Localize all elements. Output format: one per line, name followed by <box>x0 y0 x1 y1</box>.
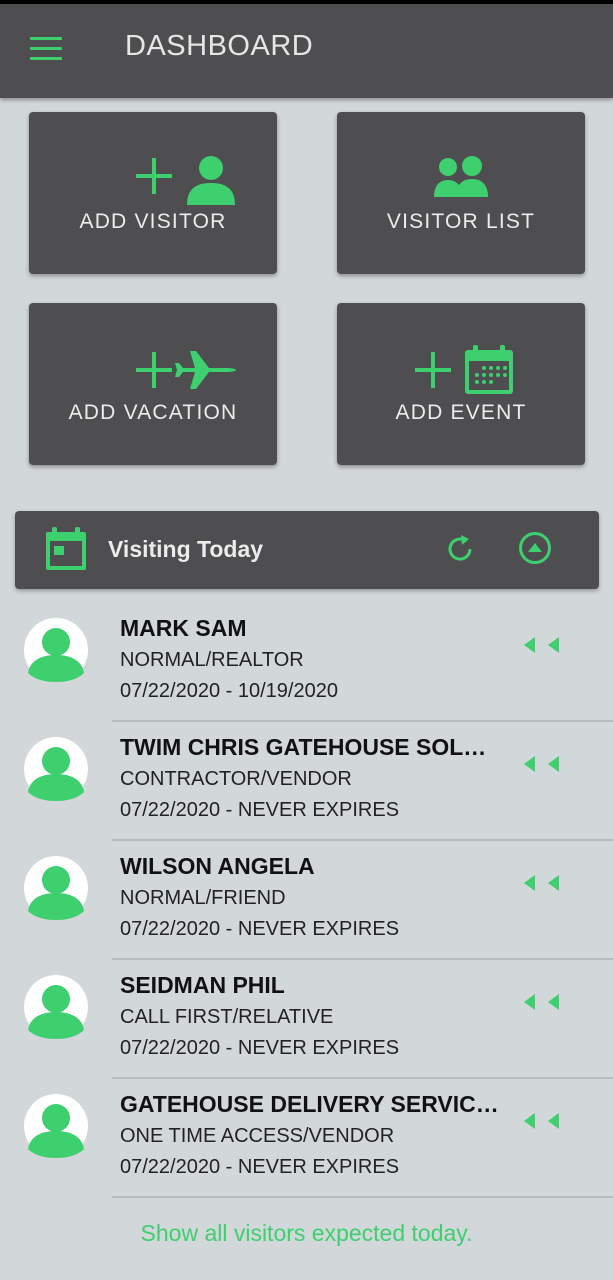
visitor-list-button[interactable]: VISITOR LIST <box>337 112 585 274</box>
add-calendar-icon <box>415 345 513 394</box>
avatar-icon <box>24 1094 88 1158</box>
calendar-icon <box>46 527 86 570</box>
avatar-icon <box>24 737 88 801</box>
add-visitor-label: ADD VISITOR <box>79 210 227 233</box>
visiting-today-title: Visiting Today <box>108 536 264 562</box>
visitor-list-label: VISITOR LIST <box>386 210 536 233</box>
list-item[interactable]: WILSON ANGELA NORMAL/FRIEND 07/22/2020 -… <box>0 841 613 960</box>
add-visitor-button[interactable]: ADD VISITOR <box>29 112 277 274</box>
add-vacation-button[interactable]: ADD VACATION <box>29 303 277 465</box>
visitor-type: ONE TIME ACCESS/VENDOR <box>120 1125 395 1147</box>
avatar-icon <box>24 618 88 682</box>
avatar-icon <box>24 975 88 1039</box>
visitor-dates: 07/22/2020 - NEVER EXPIRES <box>120 1156 400 1178</box>
double-chevron-left-icon[interactable] <box>524 874 564 892</box>
visitor-dates: 07/22/2020 - NEVER EXPIRES <box>120 1037 400 1059</box>
visitor-dates: 07/22/2020 - 10/19/2020 <box>120 680 338 702</box>
visitor-type: CALL FIRST/RELATIVE <box>120 1006 334 1028</box>
visitor-type: NORMAL/REALTOR <box>120 649 304 671</box>
list-item[interactable]: MARK SAM NORMAL/REALTOR 07/22/2020 - 10/… <box>0 603 613 722</box>
visitor-name: TWIM CHRIS GATEHOUSE SOL… <box>120 734 487 760</box>
row-divider <box>112 1196 613 1198</box>
add-vacation-label: ADD VACATION <box>68 401 238 424</box>
add-event-label: ADD EVENT <box>395 401 527 424</box>
visiting-today-header: Visiting Today <box>15 511 599 589</box>
visitor-name: SEIDMAN PHIL <box>120 972 285 998</box>
double-chevron-left-icon[interactable] <box>524 1112 564 1130</box>
hamburger-menu-icon[interactable] <box>30 37 62 61</box>
show-all-visitors-link[interactable]: Show all visitors expected today. <box>0 1220 613 1247</box>
list-item[interactable]: GATEHOUSE DELIVERY SERVIC… ONE TIME ACCE… <box>0 1079 613 1198</box>
visitor-name: MARK SAM <box>120 615 247 641</box>
list-item[interactable]: TWIM CHRIS GATEHOUSE SOL… CONTRACTOR/VEN… <box>0 722 613 841</box>
double-chevron-left-icon[interactable] <box>524 636 564 654</box>
add-person-icon <box>136 156 235 205</box>
add-airplane-icon <box>136 351 236 389</box>
visitor-type: NORMAL/FRIEND <box>120 887 286 909</box>
avatar-icon <box>24 856 88 920</box>
visitor-dates: 07/22/2020 - NEVER EXPIRES <box>120 918 400 940</box>
add-event-button[interactable]: ADD EVENT <box>337 303 585 465</box>
people-icon <box>434 156 488 197</box>
double-chevron-left-icon[interactable] <box>524 755 564 773</box>
visitor-dates: 07/22/2020 - NEVER EXPIRES <box>120 799 400 821</box>
collapse-up-icon[interactable] <box>517 530 553 566</box>
visitor-name: WILSON ANGELA <box>120 853 315 879</box>
app-bar: DASHBOARD <box>0 4 613 98</box>
page-title: DASHBOARD <box>125 30 314 62</box>
visitor-type: CONTRACTOR/VENDOR <box>120 768 352 790</box>
double-chevron-left-icon[interactable] <box>524 993 564 1011</box>
visitor-name: GATEHOUSE DELIVERY SERVIC… <box>120 1091 499 1117</box>
list-item[interactable]: SEIDMAN PHIL CALL FIRST/RELATIVE 07/22/2… <box>0 960 613 1079</box>
refresh-icon[interactable] <box>443 532 477 566</box>
